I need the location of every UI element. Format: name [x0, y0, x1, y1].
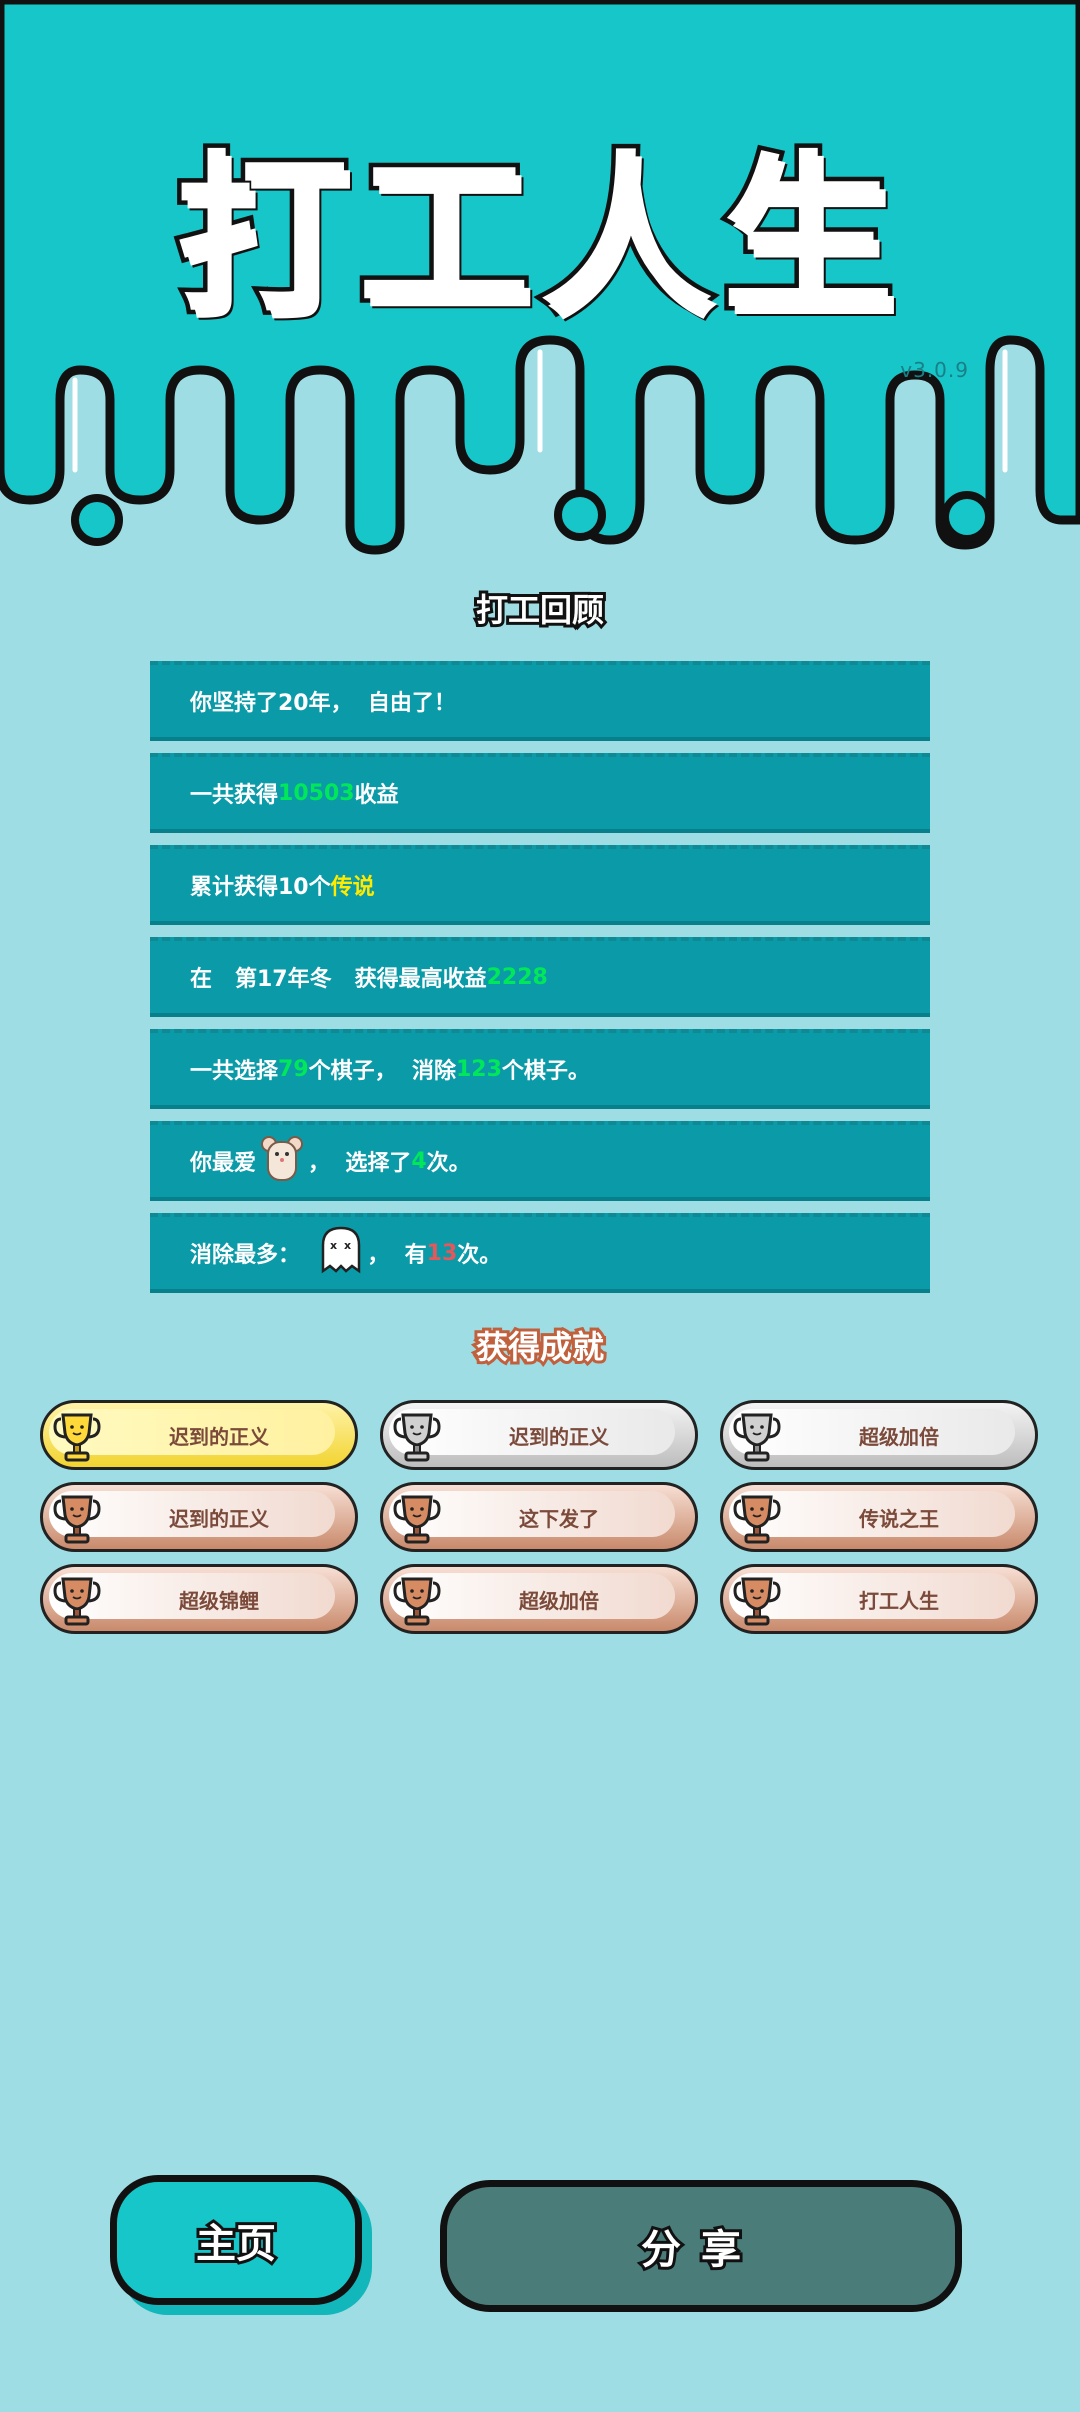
- review-text: 一共选择: [190, 1059, 279, 1084]
- achievement-label: 传说之王: [859, 1506, 939, 1531]
- review-highlight: 10503: [278, 780, 355, 806]
- review-text: 消除最多：: [190, 1243, 316, 1268]
- review-text: 个棋子， 消除: [308, 1059, 456, 1084]
- review-highlight: 13: [426, 1240, 458, 1266]
- svg-text:x: x: [330, 1239, 337, 1252]
- achievement-badge[interactable]: 超级加倍: [720, 1400, 1038, 1470]
- achievement-badge[interactable]: 打工人生: [720, 1564, 1038, 1634]
- achievement-label: 超级锦鲤: [179, 1588, 259, 1613]
- trophy-icon: [733, 1413, 781, 1462]
- trophy-icon: [53, 1577, 101, 1626]
- review-row: 你最爱 ， 选择了 4 次。: [150, 1121, 930, 1201]
- app-title: 打工人生: [172, 131, 904, 341]
- review-row: 一共选择 79 个棋子， 消除 123 个棋子。: [150, 1029, 930, 1109]
- review-highlight: 123: [455, 1056, 502, 1082]
- trophy-icon: [393, 1577, 441, 1626]
- review-highlight: 4: [411, 1148, 427, 1174]
- trophy-icon: [53, 1495, 101, 1544]
- achievement-label: 超级加倍: [859, 1424, 939, 1449]
- review-highlight: 79: [278, 1056, 309, 1082]
- review-highlight: 2228: [486, 964, 548, 990]
- trophy-icon: [53, 1413, 101, 1462]
- review-text: 在 第17年冬 获得最高收益: [190, 967, 487, 992]
- achievement-badge[interactable]: 迟到的正义: [380, 1400, 698, 1470]
- achievement-badge[interactable]: 超级加倍: [380, 1564, 698, 1634]
- achievement-badge[interactable]: 超级锦鲤: [40, 1564, 358, 1634]
- review-list: 你坚持了20年， 自由了！ 一共获得 10503 收益 累计获得10个 传说在 第17年冬…: [150, 661, 930, 1305]
- review-text: 你最爱: [190, 1151, 257, 1176]
- achievement-badge[interactable]: 迟到的正义: [40, 1482, 358, 1552]
- achievement-label: 这下发了: [519, 1506, 599, 1531]
- achievement-label: 迟到的正义: [169, 1424, 269, 1449]
- trophy-icon: [393, 1495, 441, 1544]
- review-text: ， 有: [367, 1243, 427, 1268]
- share-button[interactable]: 分享: [440, 2180, 962, 2312]
- review-row: 消除最多： x x， 有 13 次。: [150, 1213, 930, 1293]
- ghost-icon: xx: [319, 1225, 363, 1281]
- achievement-badge[interactable]: 传说之王: [720, 1482, 1038, 1552]
- review-text: 一共获得: [190, 783, 279, 808]
- review-row: 在 第17年冬 获得最高收益 2228: [150, 937, 930, 1017]
- achievement-badge[interactable]: 迟到的正义: [40, 1400, 358, 1470]
- achievements-title: 获得成就: [473, 1325, 607, 1369]
- review-text: 你坚持了20年， 自由了！: [190, 691, 456, 716]
- trophy-icon: [733, 1495, 781, 1544]
- mouse-icon: [260, 1134, 304, 1188]
- trophy-icon: [733, 1577, 781, 1626]
- review-highlight: 传说: [330, 875, 375, 900]
- review-text: 累计获得10个: [190, 875, 331, 900]
- achievement-label: 迟到的正义: [509, 1424, 609, 1449]
- review-row: 累计获得10个 传说: [150, 845, 930, 925]
- trophy-icon: [393, 1413, 441, 1462]
- review-text: 个棋子。: [501, 1059, 590, 1084]
- header-banner: 打工人生 v3.0.9: [0, 0, 1080, 560]
- achievement-label: 迟到的正义: [169, 1506, 269, 1531]
- review-text: ， 选择了: [308, 1151, 412, 1176]
- review-text: 次。: [457, 1243, 502, 1268]
- review-text: 次。: [426, 1151, 471, 1176]
- home-button[interactable]: 主页: [110, 2175, 362, 2305]
- review-row: 你坚持了20年， 自由了！: [150, 661, 930, 741]
- achievement-badge[interactable]: 这下发了: [380, 1482, 698, 1552]
- review-title: 打工回顾: [473, 588, 607, 632]
- achievement-label: 打工人生: [859, 1588, 939, 1613]
- svg-text:x: x: [344, 1239, 351, 1252]
- review-text: 收益: [354, 783, 399, 808]
- achievement-label: 超级加倍: [519, 1588, 599, 1613]
- version-label: v3.0.9: [900, 358, 969, 382]
- review-row: 一共获得 10503 收益: [150, 753, 930, 833]
